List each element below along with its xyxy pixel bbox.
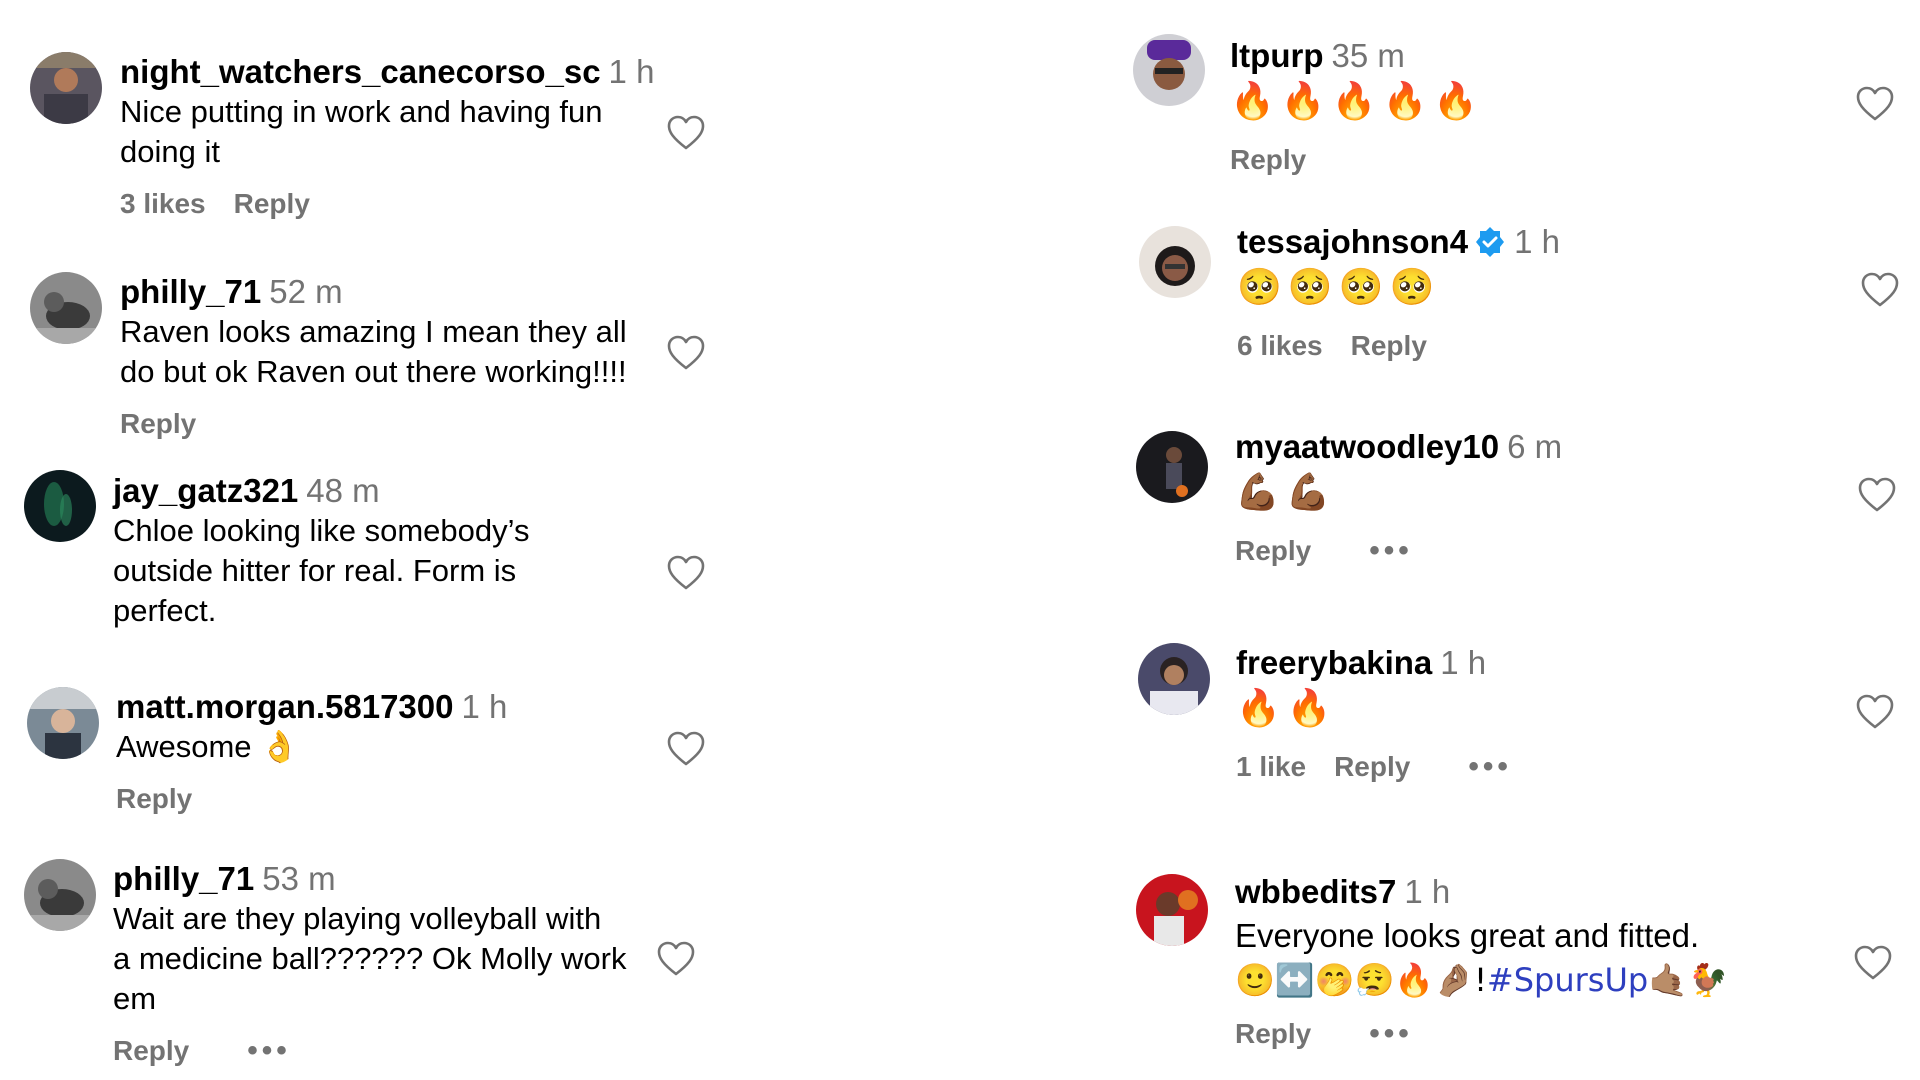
reply-button[interactable]: Reply (1351, 330, 1427, 361)
comment-time: 52 m (269, 273, 343, 310)
heart-icon[interactable] (1858, 477, 1896, 513)
comment-time: 48 m (306, 472, 380, 509)
heart-icon[interactable] (1856, 86, 1894, 122)
reply-button[interactable]: Reply (113, 1035, 189, 1066)
likes-count[interactable]: 3 likes (120, 188, 206, 219)
heart-icon[interactable] (1854, 945, 1892, 981)
username[interactable]: myaatwoodley10 (1235, 428, 1499, 465)
comment-text: 🔥🔥 (1236, 688, 1338, 729)
username[interactable]: ltpurp (1230, 37, 1323, 74)
comment-time: 1 h (1440, 644, 1487, 681)
reply-button[interactable]: Reply (1334, 751, 1410, 782)
username[interactable]: wbbedits7 (1235, 873, 1396, 910)
avatar[interactable] (1138, 643, 1210, 715)
avatar[interactable] (27, 687, 99, 759)
avatar[interactable] (30, 52, 102, 124)
comment-text: Chloe looking like somebody’s outside hi… (113, 513, 530, 628)
avatar[interactable] (30, 272, 102, 344)
reply-button[interactable]: Reply (1235, 1018, 1311, 1049)
avatar[interactable] (1133, 34, 1205, 106)
heart-icon[interactable] (667, 335, 705, 371)
more-options-icon[interactable]: ••• (1468, 750, 1512, 783)
more-options-icon[interactable]: ••• (1369, 534, 1413, 567)
avatar[interactable] (24, 470, 96, 542)
heart-icon[interactable] (1856, 694, 1894, 730)
reply-button[interactable]: Reply (234, 188, 310, 219)
avatar[interactable] (1136, 874, 1208, 946)
comment-text: Wait are they playing volleyball with a … (113, 901, 627, 1016)
heart-icon[interactable] (1861, 272, 1899, 308)
comment-time: 35 m (1331, 37, 1405, 74)
comment-time: 1 h (1514, 223, 1560, 260)
more-options-icon[interactable]: ••• (247, 1034, 291, 1067)
avatar[interactable] (24, 859, 96, 931)
reply-button[interactable]: Reply (116, 783, 192, 814)
hashtag-link[interactable]: #SpursUp (1487, 961, 1648, 999)
username[interactable]: jay_gatz321 (113, 472, 298, 509)
comment-time: 1 h (1404, 873, 1451, 910)
comment-time: 53 m (262, 860, 336, 897)
avatar[interactable] (1139, 226, 1211, 298)
comment-text: 💪🏾💪🏾 (1235, 472, 1337, 513)
comment-time: 6 m (1507, 428, 1563, 465)
reply-button[interactable]: Reply (1235, 535, 1311, 566)
heart-icon[interactable] (667, 555, 705, 591)
username[interactable]: matt.morgan.5817300 (116, 688, 454, 725)
comment-text: 🔥🔥🔥🔥🔥 (1230, 81, 1485, 122)
likes-count[interactable]: 6 likes (1237, 330, 1323, 361)
comment-text: Raven looks amazing I mean they all do b… (120, 314, 627, 389)
reply-button[interactable]: Reply (120, 408, 196, 439)
heart-icon[interactable] (667, 115, 705, 151)
comment-text: Nice putting in work and having fun doin… (120, 94, 603, 169)
avatar[interactable] (1136, 431, 1208, 503)
comment-time: 1 h (461, 688, 508, 725)
username[interactable]: philly_71 (120, 273, 261, 310)
reply-button[interactable]: Reply (1230, 144, 1306, 175)
comment-text: Everyone looks great and fitted. 🙂↔️🤭😮‍💨… (1235, 917, 1728, 999)
comment-time: 1 h (608, 53, 655, 90)
likes-count[interactable]: 1 like (1236, 751, 1306, 782)
username[interactable]: philly_71 (113, 860, 254, 897)
comment-text: 🥺🥺🥺🥺 (1237, 267, 1441, 308)
heart-icon[interactable] (657, 941, 695, 977)
username[interactable]: tessajohnson4 (1237, 223, 1468, 260)
username[interactable]: night_watchers_canecorso_sc (120, 53, 601, 90)
verified-badge-icon (1474, 226, 1506, 258)
username[interactable]: freerybakina (1236, 644, 1432, 681)
more-options-icon[interactable]: ••• (1369, 1017, 1413, 1050)
comment-text: Awesome 👌 (116, 729, 299, 764)
heart-icon[interactable] (667, 731, 705, 767)
